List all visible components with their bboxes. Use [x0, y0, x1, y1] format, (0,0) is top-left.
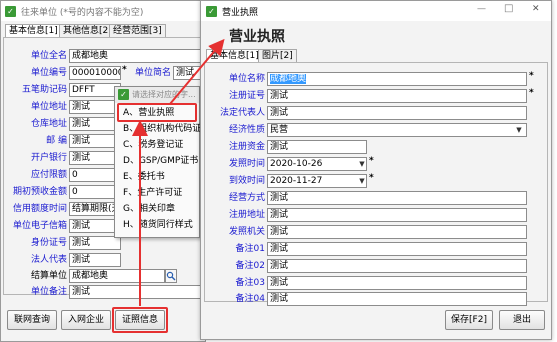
- annotation-arrows: [132, 38, 225, 306]
- arrow-to-license-window: [169, 38, 225, 105]
